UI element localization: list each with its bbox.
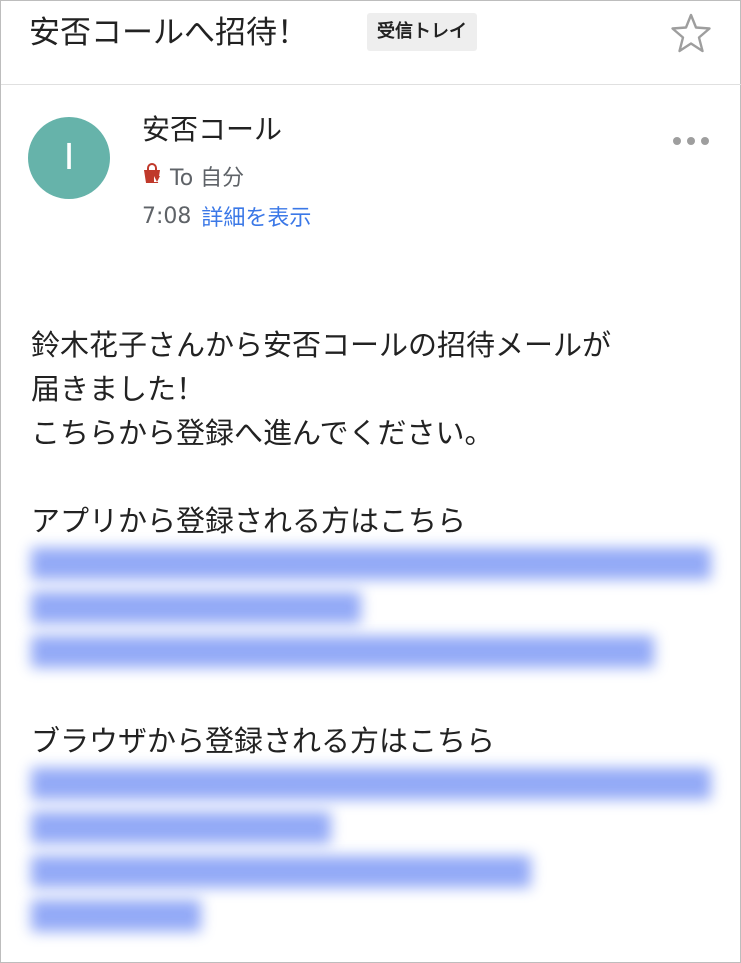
sender-avatar[interactable]: I [28, 117, 110, 199]
browser-registration-link-line[interactable]: ███████████████████████████████████ [31, 763, 711, 807]
app-registration-link-line[interactable]: ██████████████████████████████ [31, 631, 661, 675]
app-registration-link-line[interactable]: ████████████████ [31, 587, 361, 631]
email-body: 鈴木花子さんから安否コールの招待メールが 届きました！ こちらから登録へ進んでく… [31, 323, 711, 939]
star-icon[interactable] [669, 11, 713, 55]
message-time: 7:08 [142, 203, 192, 229]
more-options-icon[interactable] [665, 127, 717, 155]
recipient-text: To 自分 [170, 166, 245, 191]
email-view: 安否コールへ招待！ 受信トレイ I 安否コール To 自分 7:08 詳細を表示… [0, 0, 741, 963]
body-line: 届きました！ [31, 372, 206, 406]
browser-registration-link-line[interactable]: █████████ [31, 895, 201, 939]
email-subject: 安否コールへ招待！ [29, 15, 308, 51]
browser-registration-heading: ブラウザから登録される方はこちら [31, 724, 496, 758]
show-details-link[interactable]: 詳細を表示 [201, 200, 311, 232]
app-registration-heading: アプリから登録される方はこちら [31, 504, 467, 538]
sender-name: 安否コール [142, 113, 283, 146]
email-header: 安否コールへ招待！ 受信トレイ [1, 1, 741, 85]
body-line: 鈴木花子さんから安否コールの招待メールが [31, 328, 612, 362]
app-registration-link-line[interactable]: ███████████████████████████████████ [31, 543, 711, 587]
browser-registration-link-line[interactable]: █████████████████████████ [31, 851, 531, 895]
bag-icon [142, 163, 162, 189]
inbox-label-chip[interactable]: 受信トレイ [367, 13, 477, 51]
browser-registration-link-line[interactable]: ███████████████ [31, 807, 331, 851]
recipient-row: To 自分 [142, 159, 244, 193]
body-line: こちらから登録へ進んでください。 [31, 416, 494, 450]
time-row: 7:08 詳細を表示 [142, 200, 311, 232]
